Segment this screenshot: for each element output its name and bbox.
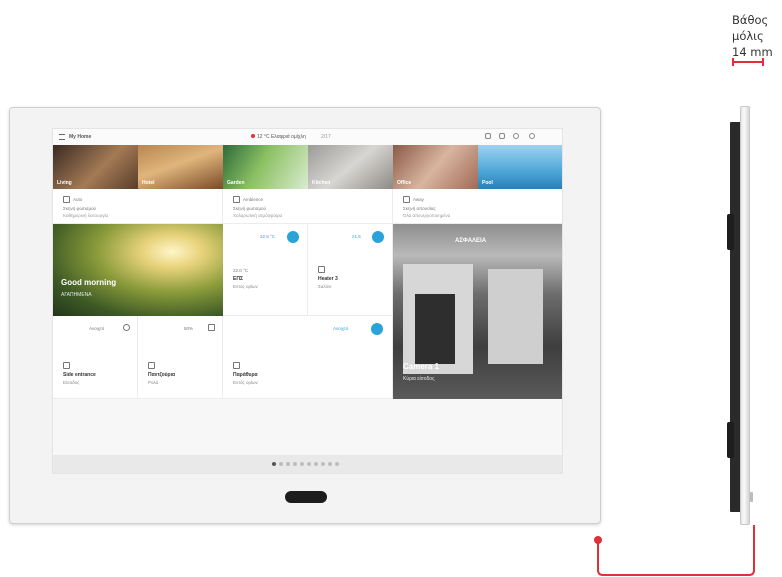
view-connector (594, 525, 755, 576)
connector-line (597, 525, 755, 576)
